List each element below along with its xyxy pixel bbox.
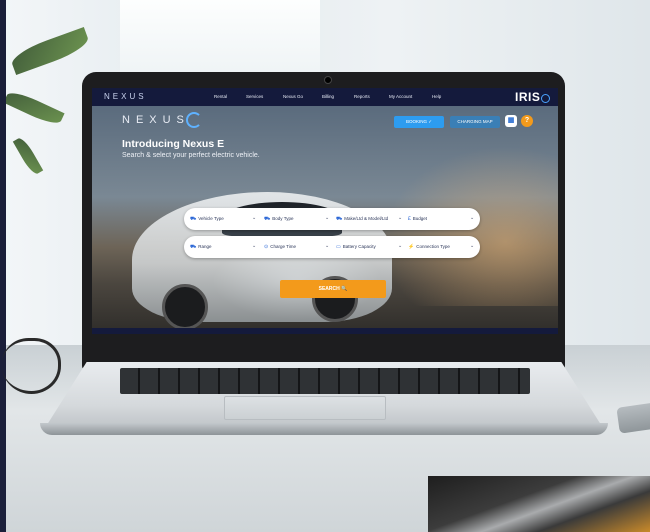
search-button[interactable]: SEARCH 🔍 (280, 280, 386, 298)
hero-brand: NEXUS (122, 114, 190, 126)
filter-body-type[interactable]: ⛟ Body Type (264, 216, 293, 223)
help-icon[interactable]: ? (521, 115, 533, 127)
car-make-icon: ⛟ (336, 216, 343, 222)
filter-label: Budget (412, 216, 428, 221)
car-body-icon: ⛟ (264, 216, 271, 222)
frame-border (0, 0, 6, 532)
filter-label: Range (198, 244, 212, 249)
car-icon: ⛟ (190, 216, 197, 222)
filter-budget[interactable]: £ Budget (408, 216, 427, 222)
filter-battery-capacity[interactable]: ▭ Battery Capacity (336, 244, 376, 250)
nav-item-billing[interactable]: Billing (322, 94, 334, 99)
chevron-down-icon[interactable]: ⌄ (398, 215, 402, 221)
filter-bar-row2: ⛟ Range ⌄ ⊙ Charge Time ⌄ ▭ Battery Capacit… (184, 236, 480, 258)
charge-time-icon: ⊙ (264, 244, 269, 250)
hero-title: Introducing Nexus E (122, 138, 225, 150)
nav-item-help[interactable]: Help (432, 94, 441, 99)
webcam (324, 76, 332, 84)
laptop-screen: NEXUS Rental Services Nexus Go Billing R… (92, 88, 558, 334)
filter-label: Body Type (272, 216, 294, 221)
eyeglasses (2, 338, 61, 394)
chevron-down-icon[interactable]: ⌄ (470, 215, 474, 221)
filter-label: Vehicle Type (198, 216, 224, 221)
car-wheel (162, 284, 208, 330)
filter-vehicle-type[interactable]: ⛟ Vehicle Type (190, 216, 224, 223)
filter-charge-time[interactable]: ⊙ Charge Time (264, 244, 296, 250)
nav-item-nexus-go[interactable]: Nexus Go (283, 94, 303, 99)
booking-button[interactable]: BOOKING ✓ (394, 116, 444, 128)
nav-item-services[interactable]: Services (246, 94, 263, 99)
chevron-down-icon[interactable]: ⌄ (470, 243, 474, 249)
filter-label: Make/Ltd & Model/Ltd (344, 216, 389, 221)
plug-icon: ⚡ (408, 244, 415, 250)
filter-label: Connection Type (416, 244, 450, 249)
nav-item-rental[interactable]: Rental (214, 94, 227, 99)
filter-range[interactable]: ⛟ Range (190, 244, 212, 251)
filter-label: Charge Time (270, 244, 296, 249)
iris-logo[interactable]: IRIS (515, 90, 540, 104)
filter-make-model[interactable]: ⛟ Make/Ltd & Model/Ltd (336, 216, 388, 223)
filter-label: Battery Capacity (342, 244, 376, 249)
top-navigation: NEXUS Rental Services Nexus Go Billing R… (92, 88, 558, 106)
filter-connection-type[interactable]: ⚡ Connection Type (408, 244, 450, 250)
iris-logo-icon (541, 94, 550, 103)
e-logo-icon (186, 112, 202, 128)
screen-bottom-bar (92, 328, 558, 334)
desk-object (428, 476, 650, 532)
trackpad (224, 396, 386, 420)
charging-map-button[interactable]: CHARGING MAP (450, 116, 500, 128)
pound-icon: £ (408, 216, 411, 222)
chevron-down-icon[interactable]: ⌄ (325, 243, 329, 249)
keyboard (120, 368, 530, 394)
chevron-down-icon[interactable]: ⌄ (325, 215, 329, 221)
chevron-down-icon[interactable]: ⌄ (398, 243, 402, 249)
nav-item-reports[interactable]: Reports (354, 94, 370, 99)
nav-item-my-account[interactable]: My Account (389, 94, 412, 99)
chevron-down-icon[interactable]: ⌄ (252, 243, 256, 249)
hero-subtitle: Search & select your perfect electric ve… (122, 152, 260, 159)
smartphone (616, 402, 650, 434)
window-light (120, 0, 320, 80)
nav-logo[interactable]: NEXUS (104, 92, 147, 101)
chevron-down-icon[interactable]: ⌄ (252, 215, 256, 221)
calendar-icon[interactable]: ▦ (505, 115, 517, 127)
laptop-base-edge (40, 423, 608, 435)
filter-bar-row1: ⛟ Vehicle Type ⌄ ⛟ Body Type ⌄ ⛟ Make/Ltd &… (184, 208, 480, 230)
range-icon: ⛟ (190, 244, 197, 250)
battery-icon: ▭ (336, 244, 341, 250)
